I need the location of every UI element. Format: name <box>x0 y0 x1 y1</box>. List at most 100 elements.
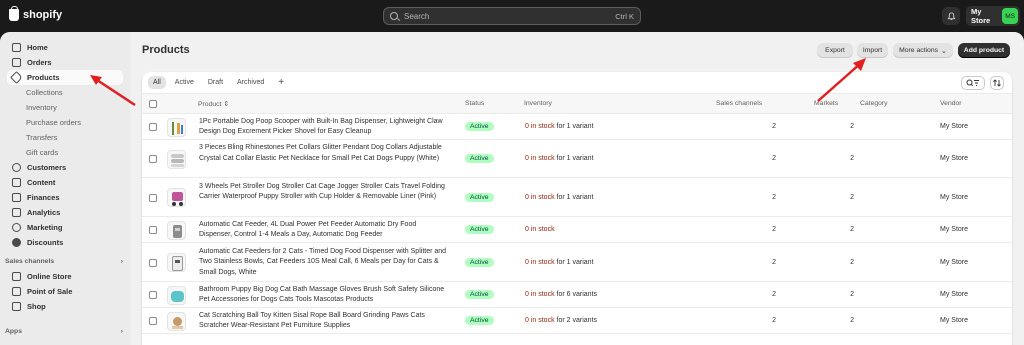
table-row[interactable]: 3 Wheels Pet Stroller Dog Stroller Cat C… <box>142 178 1012 217</box>
product-name[interactable]: Cat Scratching Ball Toy Kitten Sisal Rop… <box>199 311 447 332</box>
row-checkbox[interactable] <box>149 291 157 299</box>
vendor-cell: My Store <box>940 258 969 266</box>
row-checkbox[interactable] <box>149 317 157 325</box>
vendor-cell: My Store <box>940 193 969 201</box>
inventory-cell: 0 in stock for 1 variant <box>525 155 594 162</box>
home-icon <box>12 43 21 52</box>
markets-count: 2 <box>850 258 854 266</box>
product-thumbnail[interactable] <box>167 285 186 305</box>
search-filter-button[interactable] <box>961 76 985 90</box>
product-thumbnail[interactable] <box>167 220 186 240</box>
add-view-button[interactable]: + <box>273 77 289 88</box>
store-menu-button[interactable]: My Store MS <box>966 6 1020 26</box>
sidebar-item-label: Home <box>27 43 48 52</box>
header-vendor[interactable]: Vendor <box>940 100 962 107</box>
tab-all[interactable]: All <box>148 76 166 89</box>
search-placeholder: Search <box>404 11 430 21</box>
brand-name: shopify <box>23 9 63 21</box>
sidebar-subitem-gift-cards[interactable]: Gift cards <box>7 145 123 160</box>
sidebar-item-discounts[interactable]: Discounts <box>7 235 123 250</box>
product-name[interactable]: 1Pc Portable Dog Poop Scooper with Built… <box>199 117 447 138</box>
tab-active[interactable]: Active <box>170 76 199 89</box>
header-inventory[interactable]: Inventory <box>524 100 552 107</box>
store-name: My Store <box>971 7 991 25</box>
product-thumbnail[interactable] <box>167 253 186 272</box>
sort-arrows-icon: ⇕ <box>223 101 230 108</box>
admin-shell: Home Orders Products Collections Invento… <box>0 32 1024 345</box>
product-thumbnail[interactable] <box>167 149 186 169</box>
table-row[interactable]: 1Pc Portable Dog Poop Scooper with Built… <box>142 114 1012 140</box>
table-row[interactable]: Bathroom Puppy Big Dog Cat Bath Massage … <box>142 282 1012 308</box>
tab-draft[interactable]: Draft <box>203 76 228 89</box>
sidebar-item-online-store[interactable]: Online Store <box>7 269 123 284</box>
search-input[interactable]: Search Ctrl K <box>383 7 641 25</box>
product-thumbnail[interactable] <box>167 117 186 137</box>
inventory-cell: 0 in stock for 6 variants <box>525 291 597 298</box>
header-product[interactable]: Product ⇕ <box>198 100 229 108</box>
markets-count: 2 <box>850 317 854 324</box>
shopify-logo[interactable]: shopify <box>9 6 63 21</box>
sort-button[interactable] <box>990 76 1004 90</box>
stock-count: 0 in stock <box>525 291 555 298</box>
sidebar-item-label: Customers <box>27 163 67 172</box>
row-checkbox[interactable] <box>149 155 157 163</box>
sales-channels-section[interactable]: Sales channels › <box>5 254 123 269</box>
product-name[interactable]: Automatic Cat Feeder, 4L Dual Power Pet … <box>199 220 447 241</box>
sidebar-item-label: Analytics <box>27 208 61 217</box>
variant-count: for 1 variant <box>554 193 594 201</box>
sidebar-item-point-of-sale[interactable]: Point of Sale <box>7 284 123 299</box>
more-actions-button[interactable]: More actions ⌄ <box>893 43 953 58</box>
variant-count: for 1 variant <box>554 123 594 130</box>
table-row[interactable]: 3 Pieces Bling Rhinestones Pet Collars G… <box>142 140 1012 178</box>
sidebar-item-home[interactable]: Home <box>7 40 123 55</box>
product-name[interactable]: Automatic Cat Feeders for 2 Cats - Timed… <box>199 247 447 279</box>
sidebar-item-shop[interactable]: Shop <box>7 299 123 314</box>
avatar: MS <box>1002 8 1018 24</box>
table-row[interactable]: Automatic Cat Feeder, 4L Dual Power Pet … <box>142 217 1012 243</box>
row-checkbox[interactable] <box>149 193 157 202</box>
variant-count: for 1 variant <box>554 155 594 162</box>
table-row[interactable]: Automatic Cat Feeders for 2 Cats - Timed… <box>142 243 1012 282</box>
discount-icon <box>12 238 21 247</box>
apps-section[interactable]: Apps › <box>5 324 123 339</box>
sidebar-item-label: Orders <box>27 58 52 67</box>
sales-channels-count: 2 <box>772 155 776 162</box>
status-badge: Active <box>465 192 494 202</box>
sidebar-item-finances[interactable]: Finances <box>7 190 123 205</box>
status-badge: Active <box>465 257 494 267</box>
sort-icon <box>993 79 1001 87</box>
keyboard-shortcut: Ctrl K <box>615 11 634 21</box>
sidebar-item-label: Finances <box>27 193 60 202</box>
add-product-button[interactable]: Add product <box>958 43 1010 58</box>
sidebar-item-customers[interactable]: Customers <box>7 160 123 175</box>
view-tabs: All Active Draft Archived + <box>142 72 1012 94</box>
stock-count: 0 in stock <box>525 193 555 201</box>
table-body: 1Pc Portable Dog Poop Scooper with Built… <box>142 114 1012 334</box>
product-name[interactable]: 3 Pieces Bling Rhinestones Pet Collars G… <box>199 143 447 164</box>
markets-count: 2 <box>850 193 854 201</box>
sidebar-item-marketing[interactable]: Marketing <box>7 220 123 235</box>
row-checkbox[interactable] <box>149 123 157 131</box>
sales-channels-count: 2 <box>772 291 776 298</box>
search-icon <box>390 12 398 20</box>
stock-count: 0 in stock <box>525 226 555 233</box>
notifications-button[interactable] <box>942 7 960 25</box>
header-status[interactable]: Status <box>465 100 484 107</box>
bank-icon <box>12 193 21 202</box>
tab-archived[interactable]: Archived <box>232 76 269 89</box>
product-thumbnail[interactable] <box>167 188 186 207</box>
sidebar-item-analytics[interactable]: Analytics <box>7 205 123 220</box>
row-checkbox[interactable] <box>149 226 157 234</box>
header-sales-channels[interactable]: Sales channels <box>716 100 762 107</box>
select-all-checkbox[interactable] <box>149 100 157 108</box>
product-name[interactable]: Bathroom Puppy Big Dog Cat Bath Massage … <box>199 285 447 306</box>
product-thumbnail[interactable] <box>167 311 186 331</box>
sidebar-subitem-transfers[interactable]: Transfers <box>7 130 123 145</box>
vendor-cell: My Store <box>940 155 969 162</box>
table-row[interactable]: Cat Scratching Ball Toy Kitten Sisal Rop… <box>142 308 1012 334</box>
sidebar-item-content[interactable]: Content <box>7 175 123 190</box>
product-name[interactable]: 3 Wheels Pet Stroller Dog Stroller Cat C… <box>199 182 447 203</box>
sidebar-subitem-purchase-orders[interactable]: Purchase orders <box>7 115 123 130</box>
row-checkbox[interactable] <box>149 258 157 267</box>
sidebar-item-orders[interactable]: Orders <box>7 55 123 70</box>
